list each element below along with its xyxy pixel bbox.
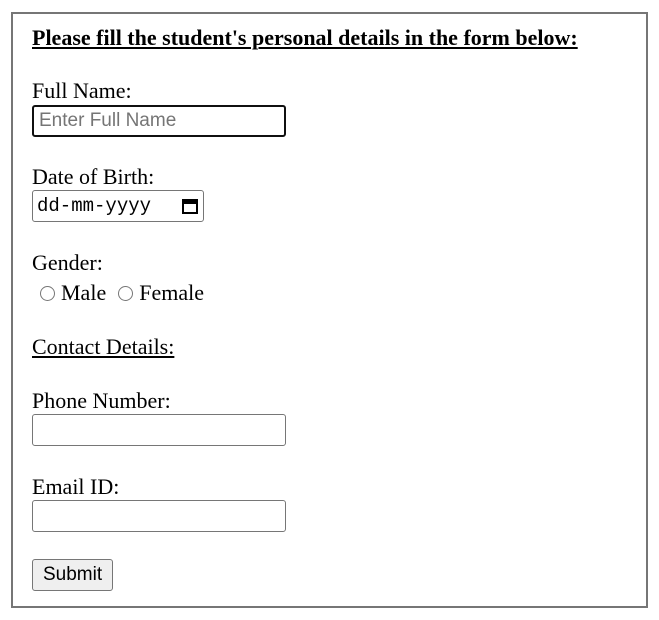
submit-button[interactable]: Submit [32, 559, 114, 591]
gender-female-label: Female [139, 280, 204, 305]
contact-details-heading: Contact Details: [32, 334, 175, 359]
form-heading: Please fill the student's personal detai… [32, 25, 578, 50]
dob-input[interactable]: dd-mm-yyyy [32, 190, 204, 222]
phone-number-input[interactable] [32, 414, 286, 446]
calendar-icon[interactable] [181, 197, 199, 215]
form-container: Please fill the student's personal detai… [11, 12, 648, 608]
dob-placeholder: dd-mm-yyyy [37, 195, 152, 217]
gender-female-radio[interactable] [118, 285, 134, 301]
full-name-label: Full Name: [32, 78, 132, 103]
gender-options: Male Female [40, 280, 216, 306]
gender-label: Gender: [32, 250, 103, 275]
email-input[interactable] [32, 500, 286, 532]
email-label: Email ID: [32, 474, 120, 499]
full-name-input[interactable] [32, 105, 286, 137]
gender-male-radio[interactable] [40, 285, 55, 301]
gender-male-label: Male [61, 280, 107, 305]
phone-label: Phone Number: [32, 388, 171, 413]
dob-label: Date of Birth: [32, 164, 155, 189]
